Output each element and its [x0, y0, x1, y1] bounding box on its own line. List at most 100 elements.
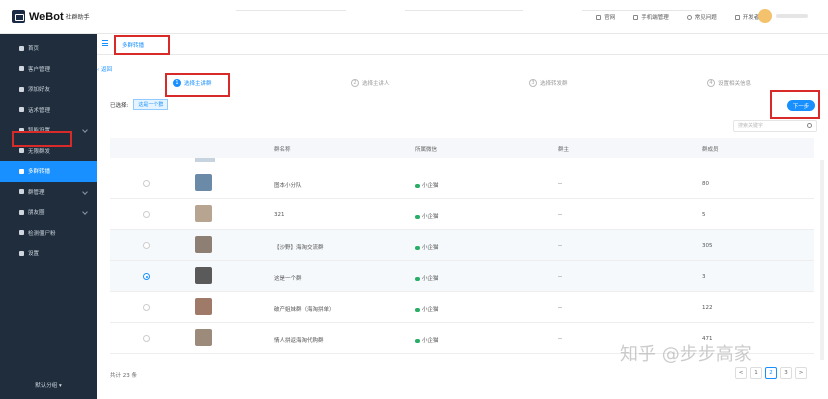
step-3[interactable]: 3 选择转发群 — [529, 79, 568, 87]
sidebar-item-zombie-scan[interactable]: 检测僵尸粉 — [0, 223, 97, 244]
sidebar-item-label: 首页 — [28, 46, 40, 53]
back-link[interactable]: ‹ 返回 — [97, 65, 112, 73]
members-cell: 5 — [702, 212, 706, 218]
wechat-cell: 小企猫 — [415, 212, 439, 220]
doc-icon — [19, 107, 24, 113]
table-row[interactable]: 【沙野】海淘交流群 小企猫 -- 305 — [110, 230, 814, 261]
sidebar-item-customers[interactable]: 客户管理 — [0, 59, 97, 80]
step-label: 选择转发群 — [540, 81, 568, 87]
app-name: WeBot — [29, 10, 64, 23]
app-logo[interactable]: WeBot 社群助手 — [12, 10, 90, 23]
top-link-website[interactable]: 官网 — [596, 13, 615, 21]
top-link-label: 官网 — [604, 15, 616, 21]
column-header-owner: 群主 — [558, 147, 570, 153]
sidebar-item-groups[interactable]: 群管理 — [0, 182, 97, 203]
monitor-icon — [596, 14, 602, 20]
chevron-down-icon — [82, 127, 88, 133]
tab-broadcast[interactable]: 多群转播 — [114, 35, 170, 55]
user-name-blurred[interactable] — [776, 14, 808, 18]
step-2[interactable]: 2 选择主讲人 — [351, 79, 390, 87]
column-header-wechat: 所属微信 — [415, 147, 438, 153]
send-icon — [19, 148, 24, 154]
row-radio[interactable] — [143, 335, 150, 342]
sidebar-item-label: 设置 — [28, 251, 40, 258]
wechat-cell: 小企猫 — [415, 305, 439, 313]
selected-summary: 已选择: 这是一个群 — [110, 99, 169, 110]
sidebar-item-add-friend[interactable]: 添加好友 — [0, 79, 97, 100]
sidebar-item-home[interactable]: 首页 — [0, 38, 97, 59]
step-connector — [582, 10, 702, 11]
prev-page-button[interactable]: < — [735, 367, 747, 379]
wechat-name: 小企猫 — [422, 245, 439, 251]
table-row[interactable]: 321 小企猫 -- 5 — [110, 199, 814, 230]
top-link-faq[interactable]: 常见问题 — [686, 13, 717, 21]
partial-row-fragment — [195, 158, 215, 162]
members-cell: 122 — [702, 305, 713, 311]
moments-icon — [19, 209, 24, 215]
next-button[interactable]: 下一步 — [787, 100, 815, 111]
phone-icon — [633, 14, 639, 20]
scan-icon — [19, 230, 24, 236]
group-name: 情人拼返海淘代购群 — [274, 338, 324, 344]
wechat-icon — [415, 183, 420, 188]
group-name: 破产姐妹群（海淘拼单） — [274, 307, 335, 313]
group-name: 【沙野】海淘交流群 — [274, 245, 324, 251]
page-button[interactable]: 3 — [780, 367, 792, 379]
step-label: 设置相关信息 — [718, 81, 752, 87]
page-button[interactable]: 1 — [750, 367, 762, 379]
app-subtitle: 社群助手 — [65, 14, 90, 21]
menu-toggle-icon[interactable] — [102, 40, 108, 46]
row-radio[interactable] — [143, 211, 150, 218]
sidebar-item-label: 添加好友 — [28, 87, 51, 94]
wechat-icon — [415, 214, 420, 219]
group-icon — [19, 189, 24, 195]
table-row[interactable]: 这是一个群 小企猫 -- 3 — [110, 261, 814, 292]
group-avatar — [195, 174, 212, 191]
sidebar-item-label: 朋友圈 — [28, 210, 45, 217]
sidebar-item-label: 话术管理 — [28, 107, 51, 114]
table-row[interactable]: 破产姐妹群（海淘拼单） 小企猫 -- 122 — [110, 292, 814, 323]
sidebar-item-label: 无限群发 — [28, 148, 51, 155]
chevron-down-icon — [82, 209, 88, 215]
row-radio[interactable] — [143, 180, 150, 187]
step-number: 2 — [351, 79, 359, 87]
chevron-down-icon — [82, 188, 88, 195]
top-link-label: 手机端管理 — [641, 15, 669, 21]
row-radio[interactable] — [143, 273, 150, 280]
sidebar-item-scripts[interactable]: 话术管理 — [0, 100, 97, 121]
sidebar-item-moments[interactable]: 朋友圈 — [0, 202, 97, 223]
next-page-button[interactable]: > — [795, 367, 807, 379]
selected-label: 已选择: — [110, 102, 129, 109]
members-cell: 80 — [702, 181, 709, 187]
owner-cell: -- — [558, 243, 562, 249]
logo-icon — [12, 10, 25, 23]
search-icon[interactable] — [807, 123, 812, 128]
table-scrollbar[interactable] — [820, 160, 824, 360]
wechat-name: 小企猫 — [422, 183, 439, 189]
home-icon — [19, 45, 24, 51]
sidebar-item-label: 群管理 — [28, 189, 45, 196]
page-button-current[interactable]: 2 — [765, 367, 777, 379]
table-row[interactable]: 图本小分队 小企猫 -- 80 — [110, 168, 814, 199]
selected-tag[interactable]: 这是一个群 — [133, 99, 169, 110]
sidebar-item-broadcast[interactable]: 多群转播 — [0, 161, 97, 182]
avatar[interactable] — [758, 9, 772, 23]
top-link-mobile[interactable]: 手机端管理 — [633, 13, 669, 21]
search-input[interactable] — [733, 120, 817, 132]
row-radio[interactable] — [143, 242, 150, 249]
column-header-name: 群名称 — [274, 147, 291, 153]
row-radio[interactable] — [143, 304, 150, 311]
step-highlight-box — [165, 73, 230, 97]
question-icon — [686, 14, 692, 20]
group-selector[interactable]: 默认分组 — [0, 381, 97, 389]
members-cell: 3 — [702, 274, 706, 280]
step-number: 3 — [529, 79, 537, 87]
sidebar-item-label: 多群转播 — [28, 169, 51, 176]
user-icon — [19, 66, 24, 72]
step-4[interactable]: 4 设置相关信息 — [707, 79, 751, 87]
step-label: 选择主讲人 — [362, 81, 390, 87]
group-avatar — [195, 298, 212, 315]
sidebar-item-settings[interactable]: 设置 — [0, 243, 97, 264]
group-avatar — [195, 205, 212, 222]
step-connector — [236, 10, 346, 11]
